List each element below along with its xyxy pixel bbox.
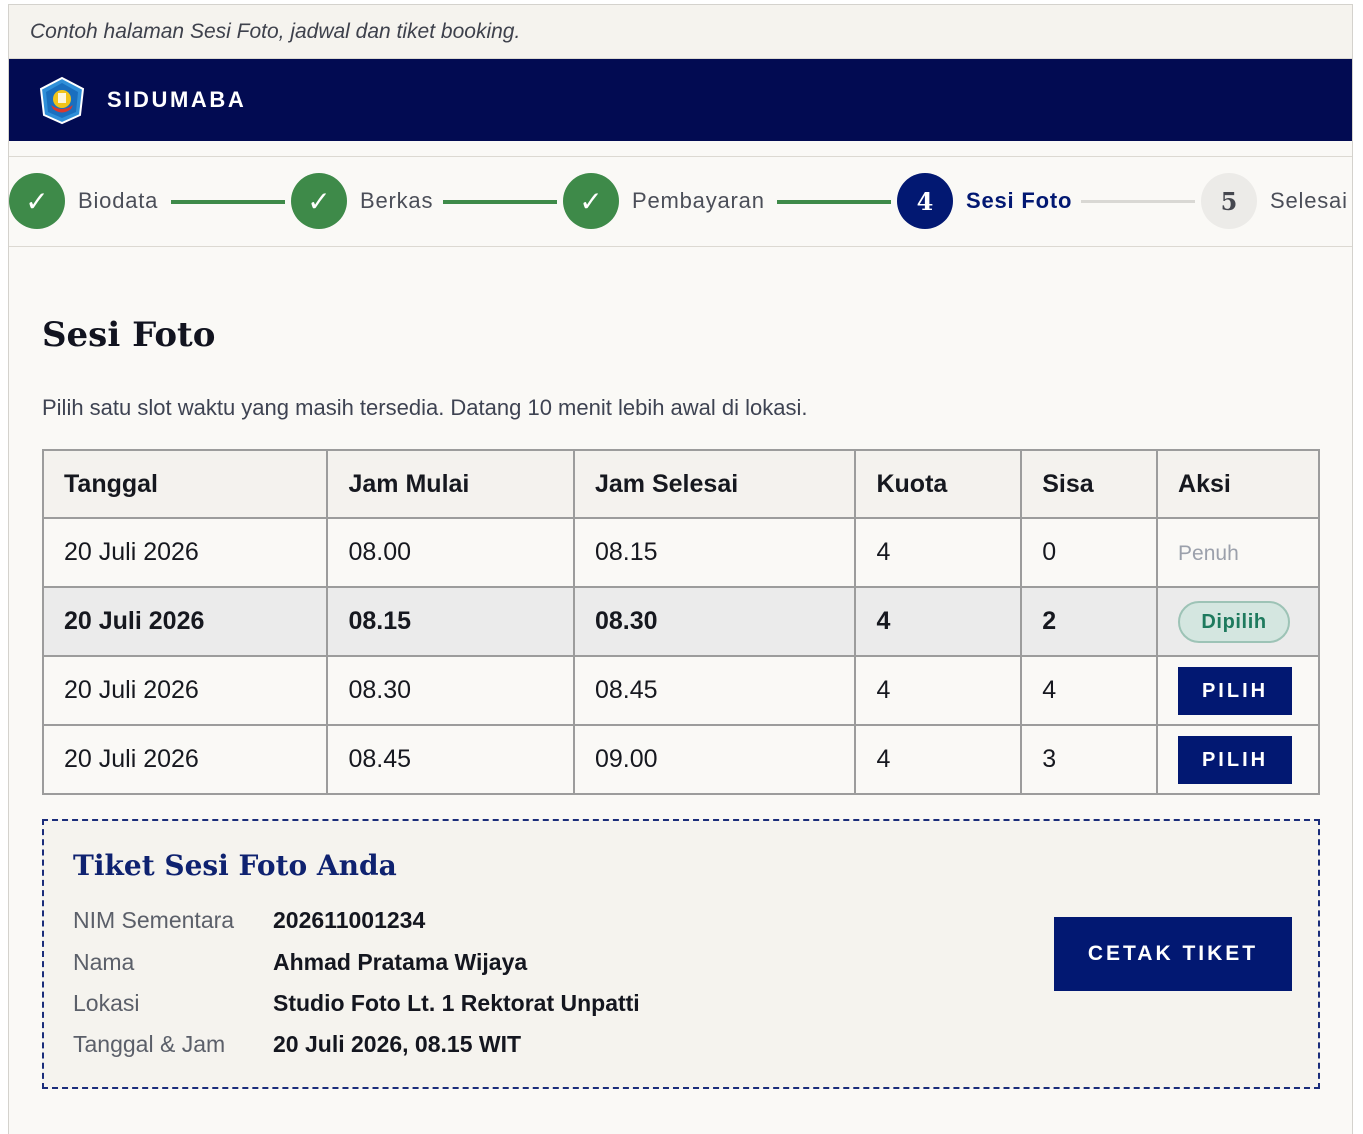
step-sesi-foto: 4 Sesi Foto: [897, 173, 1072, 229]
ticket-field-lokasi: Lokasi Studio Foto Lt. 1 Rektorat Unpatt…: [73, 990, 640, 1017]
ticket-field-nim: NIM Sementara 202611001234: [73, 907, 425, 934]
cell-sisa: 0: [1020, 517, 1159, 588]
cell-sisa: 2: [1020, 586, 1159, 657]
table-row-selected: 20 Juli 2026 08.15 08.30 4 2 Dipilih: [41, 586, 1320, 657]
page-caption: Contoh halaman Sesi Foto, jadwal dan tik…: [9, 5, 1352, 59]
field-value: 202611001234: [273, 907, 426, 933]
progress-stepper: ✓ Biodata ✓ Berkas ✓ Pembayaran 4 Sesi F…: [9, 157, 1352, 247]
step-berkas: ✓ Berkas: [291, 173, 433, 229]
cell-sisa: 3: [1020, 724, 1159, 795]
step-label: Sesi Foto: [966, 188, 1073, 213]
cell-jam-mulai: 08.15: [326, 586, 575, 657]
session-slots-table: Tanggal Jam Mulai Jam Selesai Kuota Sisa…: [41, 449, 1320, 795]
table-row: 20 Juli 2026 08.45 09.00 4 3 PILIH: [41, 724, 1320, 795]
step-connector: [1081, 200, 1195, 203]
column-header: Aksi: [1156, 449, 1320, 519]
cell-jam-selesai: 08.15: [572, 517, 857, 588]
column-header: Jam Selesai: [572, 449, 857, 519]
step-connector: [777, 200, 891, 204]
step-label: Berkas: [360, 188, 434, 213]
cell-jam-selesai: 08.45: [572, 655, 857, 726]
field-label: Tanggal & Jam: [73, 1031, 226, 1057]
selected-badge: Dipilih: [1178, 600, 1291, 643]
step-pembayaran: ✓ Pembayaran: [563, 173, 765, 229]
app-header: SIDUMABA: [9, 59, 1352, 141]
cell-kuota: 4: [854, 724, 1023, 795]
step-biodata: ✓ Biodata: [9, 173, 158, 229]
page-frame: Contoh halaman Sesi Foto, jadwal dan tik…: [8, 4, 1353, 1134]
step-label: Pembayaran: [632, 188, 765, 213]
step-connector: [443, 200, 557, 204]
step-selesai: 5 Selesai: [1201, 173, 1348, 229]
column-header: Tanggal: [41, 449, 329, 519]
check-icon: ✓: [291, 173, 347, 229]
field-value: Ahmad Pratama Wijaya: [273, 949, 528, 975]
step-number: 4: [897, 173, 953, 229]
university-crest-icon[interactable]: [37, 75, 87, 125]
cell-aksi: PILIH: [1156, 724, 1320, 795]
cell-tanggal: 20 Juli 2026: [41, 655, 329, 726]
cell-sisa: 4: [1020, 655, 1159, 726]
cell-kuota: 4: [854, 517, 1023, 588]
full-status-label: Penuh: [1178, 542, 1239, 565]
photo-session-ticket: Tiket Sesi Foto Anda NIM Sementara 20261…: [42, 819, 1320, 1089]
ticket-title: Tiket Sesi Foto Anda: [73, 849, 397, 882]
ticket-field-nama: Nama Ahmad Pratama Wijaya: [73, 949, 527, 976]
cell-jam-selesai: 08.30: [572, 586, 857, 657]
field-value: 20 Juli 2026, 08.15 WIT: [273, 1031, 522, 1057]
cell-kuota: 4: [854, 586, 1023, 657]
cell-tanggal: 20 Juli 2026: [41, 586, 329, 657]
app-brand: SIDUMABA: [107, 87, 247, 112]
cell-tanggal: 20 Juli 2026: [41, 517, 329, 588]
cell-kuota: 4: [854, 655, 1023, 726]
cell-tanggal: 20 Juli 2026: [41, 724, 329, 795]
field-value: Studio Foto Lt. 1 Rektorat Unpatti: [273, 990, 640, 1016]
pilih-button[interactable]: PILIH: [1178, 735, 1293, 784]
column-header: Jam Mulai: [326, 449, 575, 519]
table-header-row: Tanggal Jam Mulai Jam Selesai Kuota Sisa…: [41, 449, 1320, 519]
step-label: Biodata: [78, 188, 159, 213]
page-title: Sesi Foto: [42, 315, 216, 355]
table-row: 20 Juli 2026 08.30 08.45 4 4 PILIH: [41, 655, 1320, 726]
cell-jam-mulai: 08.30: [326, 655, 575, 726]
column-header: Kuota: [854, 449, 1023, 519]
cell-jam-selesai: 09.00: [572, 724, 857, 795]
cell-aksi: Dipilih: [1156, 586, 1320, 657]
main-content: Sesi Foto Pilih satu slot waktu yang mas…: [9, 315, 1352, 1089]
header-spacer: [9, 141, 1352, 157]
step-label: Selesai: [1270, 188, 1348, 213]
cell-jam-mulai: 08.00: [326, 517, 575, 588]
field-label: NIM Sementara: [73, 907, 235, 933]
table-row: 20 Juli 2026 08.00 08.15 4 0 Penuh: [41, 517, 1320, 588]
cell-aksi: PILIH: [1156, 655, 1320, 726]
step-connector: [171, 200, 285, 204]
field-label: Nama: [73, 949, 135, 975]
pilih-button[interactable]: PILIH: [1178, 666, 1293, 715]
check-icon: ✓: [9, 173, 65, 229]
cell-jam-mulai: 08.45: [326, 724, 575, 795]
check-icon: ✓: [563, 173, 619, 229]
ticket-field-tanggal-jam: Tanggal & Jam 20 Juli 2026, 08.15 WIT: [73, 1031, 521, 1058]
field-label: Lokasi: [73, 990, 140, 1016]
print-ticket-button[interactable]: CETAK TIKET: [1054, 917, 1292, 991]
step-number: 5: [1201, 173, 1257, 229]
page-intro: Pilih satu slot waktu yang masih tersedi…: [42, 395, 808, 420]
cell-aksi: Penuh: [1156, 517, 1320, 588]
column-header: Sisa: [1020, 449, 1159, 519]
